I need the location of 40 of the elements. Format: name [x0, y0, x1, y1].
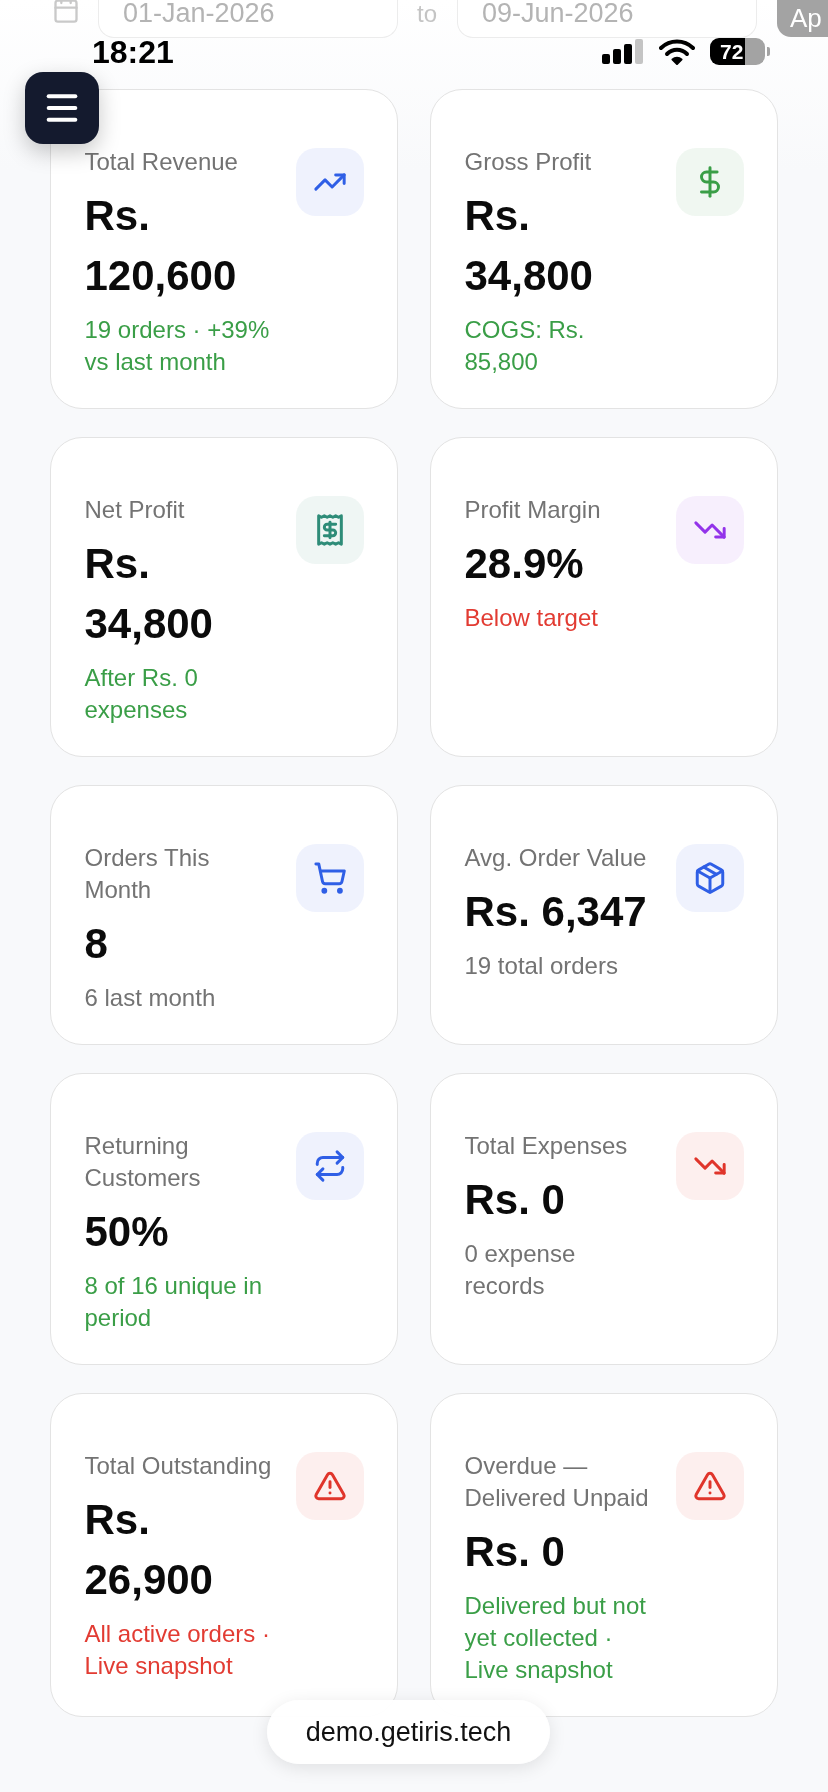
metric-label: Gross Profit — [464, 147, 593, 177]
wifi-icon — [659, 38, 695, 65]
start-date-field[interactable]: 01-Jan-2026 — [98, 0, 398, 38]
metric-value: Rs. 26,900 — [84, 1495, 214, 1605]
metric-note: Below target — [464, 603, 599, 633]
metric-label: Profit Margin — [464, 495, 602, 525]
metric-value: Rs. 0 — [464, 1527, 566, 1577]
metric-note: 19 total orders — [464, 951, 619, 981]
signal-icon — [602, 39, 644, 64]
metric-note: 0 expense records — [464, 1239, 577, 1301]
metric-label: Net Profit — [84, 495, 186, 525]
metric-note: 6 last month — [84, 983, 217, 1013]
menu-button[interactable] — [25, 72, 99, 144]
metric-label: Total Outstanding — [84, 1451, 273, 1481]
metric-value: Rs. 6,347 — [464, 887, 648, 937]
date-range-separator: to — [417, 0, 438, 27]
end-date-field[interactable]: 09-Jun-2026 — [457, 0, 757, 38]
metric-value: 8 — [84, 919, 109, 969]
metric-value: 28.9% — [464, 539, 585, 589]
metric-value: Rs. 0 — [464, 1175, 566, 1225]
metric-note: After Rs. 0 expenses — [84, 663, 199, 725]
metric-value: 50% — [84, 1207, 170, 1257]
metric-label: Orders This Month — [84, 843, 211, 905]
metric-label: Overdue — Delivered Unpaid — [464, 1451, 650, 1513]
action-button[interactable]: Ap — [777, 0, 828, 37]
address-bar[interactable]: demo.getiris.tech — [267, 1700, 550, 1764]
metric-value: Rs. 120,600 — [84, 191, 238, 301]
metric-value: Rs. 34,800 — [464, 191, 594, 301]
metric-label: Returning Customers — [84, 1131, 202, 1193]
metric-value: Rs. 34,800 — [84, 539, 214, 649]
metric-label: Total Revenue — [84, 147, 239, 177]
metric-label: Avg. Order Value — [464, 843, 648, 873]
metric-note: COGS: Rs. 85,800 — [464, 315, 586, 377]
metric-note: All active orders · Live snapshot — [84, 1619, 271, 1681]
calendar-icon — [52, 0, 80, 24]
battery-indicator: 72 — [710, 38, 770, 65]
metric-note: Delivered but not yet collected · Live snapshot — [464, 1591, 647, 1685]
metric-label: Total Expenses — [464, 1131, 629, 1161]
metric-note: 19 orders · +39% vs last month — [84, 315, 271, 377]
metric-note: 8 of 16 unique in period — [84, 1271, 263, 1333]
